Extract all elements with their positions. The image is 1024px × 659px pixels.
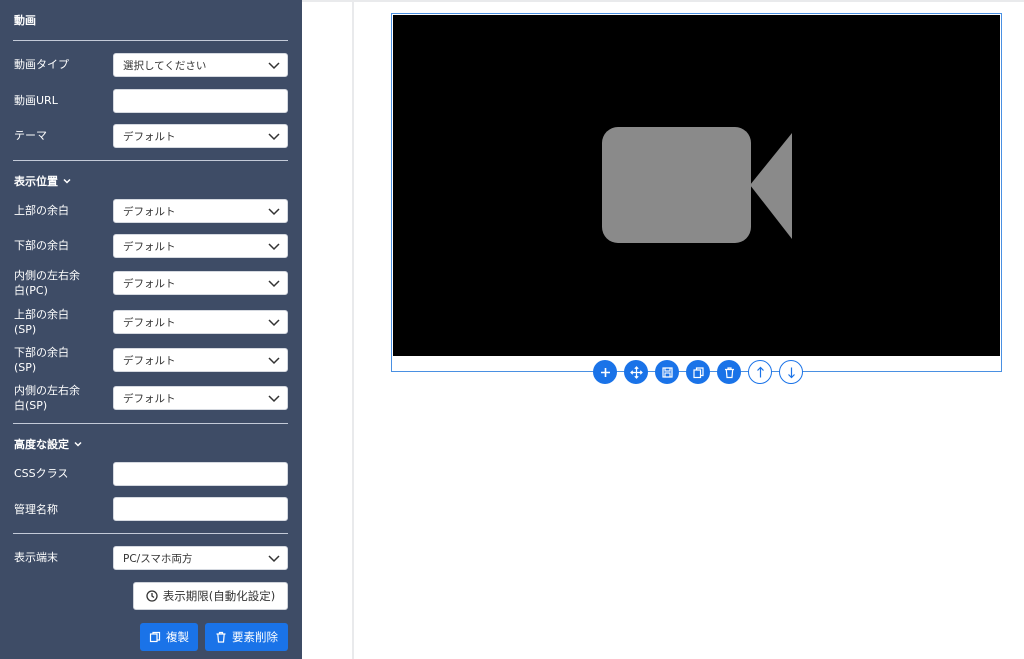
video-url-input[interactable] — [113, 89, 288, 113]
video-placeholder[interactable] — [393, 15, 1000, 356]
top-margin-select[interactable]: デフォルト — [113, 199, 288, 223]
move-up-button[interactable] — [748, 360, 772, 384]
duplicate-button[interactable]: 複製 — [140, 623, 198, 651]
inner-lr-sp-select[interactable]: デフォルト — [113, 386, 288, 410]
move-down-button[interactable] — [779, 360, 803, 384]
bottom-margin-label: 下部の余白 — [14, 239, 69, 252]
bottom-margin-sp-label: 下部の余白 (SP) — [14, 345, 69, 375]
admin-name-label: 管理名称 — [14, 503, 58, 516]
move-icon — [629, 365, 643, 379]
trash-button[interactable] — [717, 360, 741, 384]
top-margin-sp-value: デフォルト — [123, 316, 176, 329]
chevron-down-icon — [268, 243, 280, 251]
chevron-down-icon — [268, 280, 280, 288]
chevron-down-icon — [268, 208, 280, 216]
inner-lr-sp-label: 内側の左右余 白(SP) — [14, 383, 80, 413]
theme-label: テーマ — [14, 129, 47, 142]
inner-lr-pc-label-line2: 白(PC) — [14, 284, 48, 297]
top-margin-sp-label-line1: 上部の余白 — [14, 308, 69, 321]
top-margin-label: 上部の余白 — [14, 204, 69, 217]
clock-icon — [146, 590, 158, 602]
copy-button[interactable] — [686, 360, 710, 384]
inner-lr-pc-select[interactable]: デフォルト — [113, 271, 288, 295]
theme-value: デフォルト — [123, 130, 176, 143]
canvas-top-border — [302, 0, 1024, 2]
bottom-margin-value: デフォルト — [123, 240, 176, 253]
inner-lr-sp-label-line2: 白(SP) — [14, 399, 48, 412]
css-class-input[interactable] — [113, 462, 288, 486]
chevron-down-icon — [74, 441, 82, 447]
inner-lr-sp-label-line1: 内側の左右余 — [14, 384, 80, 397]
video-camera-icon — [602, 127, 792, 243]
bottom-margin-sp-label-line2: (SP) — [14, 361, 37, 374]
canvas-left-border — [352, 0, 354, 659]
device-value: PC/スマホ両方 — [123, 552, 193, 565]
schedule-button-label: 表示期限(自動化設定) — [162, 589, 276, 603]
copy-icon — [149, 631, 161, 643]
video-type-label: 動画タイプ — [14, 58, 69, 71]
move-button[interactable] — [624, 360, 648, 384]
element-toolbar — [593, 360, 803, 384]
advanced-section-toggle[interactable]: 高度な設定 — [14, 436, 83, 452]
video-type-select[interactable]: 選択してください — [113, 53, 288, 77]
bottom-margin-sp-label-line1: 下部の余白 — [14, 346, 69, 359]
device-select[interactable]: PC/スマホ両方 — [113, 546, 288, 570]
top-margin-sp-select[interactable]: デフォルト — [113, 310, 288, 334]
plus-icon — [600, 367, 610, 377]
video-url-label: 動画URL — [14, 94, 58, 107]
arrow-up-icon — [756, 366, 764, 377]
bottom-margin-select[interactable]: デフォルト — [113, 234, 288, 258]
top-margin-sp-label-line2: (SP) — [14, 323, 37, 336]
panel-title: 動画 — [14, 14, 36, 27]
chevron-down-icon — [268, 357, 280, 365]
chevron-down-icon — [268, 133, 280, 141]
inner-lr-sp-value: デフォルト — [123, 392, 176, 405]
trash-icon — [216, 631, 226, 643]
chevron-down-icon — [268, 319, 280, 327]
delete-element-button[interactable]: 要素削除 — [205, 623, 288, 651]
inner-lr-pc-label-line1: 内側の左右余 — [14, 269, 80, 282]
add-button[interactable] — [593, 360, 617, 384]
inner-lr-pc-value: デフォルト — [123, 277, 176, 290]
save-icon — [661, 366, 673, 378]
top-margin-sp-label: 上部の余白 (SP) — [14, 307, 69, 337]
copy-icon — [692, 366, 704, 378]
chevron-down-icon — [63, 178, 71, 184]
bottom-margin-sp-select[interactable]: デフォルト — [113, 348, 288, 372]
divider — [13, 533, 288, 534]
chevron-down-icon — [268, 62, 280, 70]
trash-icon — [724, 366, 734, 378]
chevron-down-icon — [268, 555, 280, 563]
top-margin-value: デフォルト — [123, 205, 176, 218]
css-class-label: CSSクラス — [14, 467, 69, 480]
device-label: 表示端末 — [14, 551, 58, 564]
admin-name-input[interactable] — [113, 497, 288, 521]
chevron-down-icon — [268, 395, 280, 403]
schedule-button[interactable]: 表示期限(自動化設定) — [133, 582, 288, 610]
theme-select[interactable]: デフォルト — [113, 124, 288, 148]
position-section-title: 表示位置 — [14, 175, 58, 188]
inner-lr-pc-label: 内側の左右余 白(PC) — [14, 268, 80, 298]
position-section-toggle[interactable]: 表示位置 — [14, 173, 72, 189]
video-type-value: 選択してください — [123, 59, 207, 72]
delete-element-button-label: 要素削除 — [232, 630, 278, 644]
arrow-down-icon — [787, 367, 795, 378]
save-button[interactable] — [655, 360, 679, 384]
divider — [13, 40, 288, 41]
divider — [13, 423, 288, 424]
duplicate-button-label: 複製 — [166, 630, 189, 644]
video-element[interactable] — [391, 13, 1002, 372]
divider — [13, 160, 288, 161]
advanced-section-title: 高度な設定 — [14, 438, 69, 451]
settings-panel: 動画 動画タイプ 選択してください 動画URL テーマ デフォルト 表示位置 上… — [0, 0, 302, 659]
bottom-margin-sp-value: デフォルト — [123, 354, 176, 367]
